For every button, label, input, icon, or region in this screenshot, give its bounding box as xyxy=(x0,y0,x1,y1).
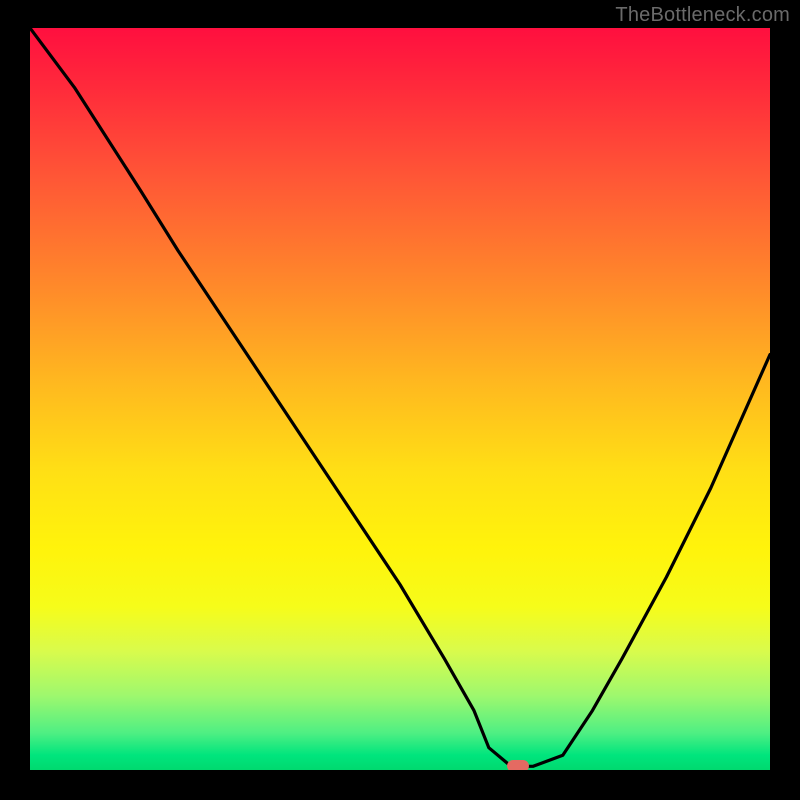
bottleneck-curve xyxy=(30,28,770,770)
chart-frame: TheBottleneck.com xyxy=(0,0,800,800)
watermark-text: TheBottleneck.com xyxy=(615,4,790,27)
plot-area xyxy=(30,28,770,770)
min-marker-icon xyxy=(507,760,529,770)
